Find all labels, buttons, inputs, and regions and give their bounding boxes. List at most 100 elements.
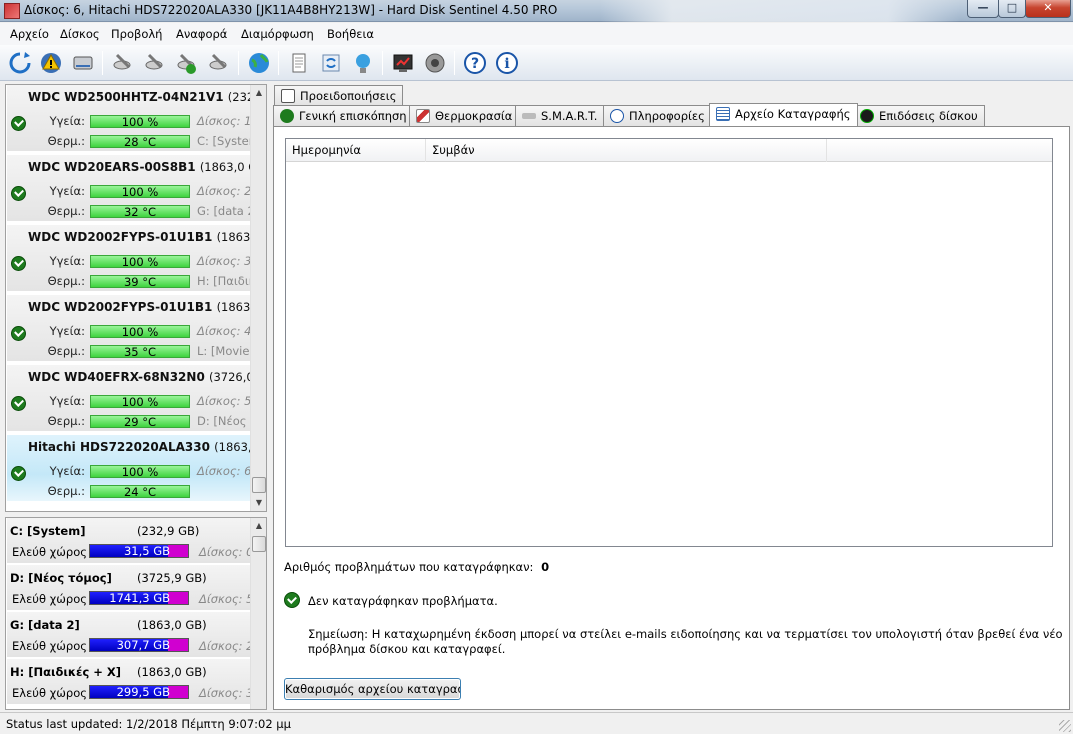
volume-capacity: (1863,0 GB) [137,618,207,632]
log-table-header: Ημερομηνία Συμβάν [286,139,1052,162]
health-label: Υγεία: [49,254,85,268]
info-icon[interactable]: i [494,50,520,76]
check-icon [280,109,294,123]
disk-list: WDC WD2500HHTZ-04N21V1 (232,9 GB) Υγεία:… [5,84,267,512]
document-icon[interactable] [286,50,312,76]
disk-model: Hitachi HDS722020ALA330 [28,440,210,454]
wrench-check-icon[interactable] [174,50,200,76]
wrench-icon[interactable] [110,50,136,76]
tab-smart[interactable]: S.M.A.R.T. [515,105,605,126]
disk-volumes: H: [Παιδικ [197,274,256,288]
maximize-button[interactable]: □ [998,0,1026,18]
disk-number: Δίσκος: 3 [197,254,252,268]
tab-information[interactable]: Πληροφορίες [603,105,712,126]
temp-label: Θερμ.: [47,484,85,498]
svg-text:?: ? [471,56,479,72]
disk-item[interactable]: WDC WD2500HHTZ-04N21V1 (232,9 GB) Υγεία:… [7,85,266,153]
disk-list-scrollbar[interactable]: ▲ ▼ [250,85,266,511]
free-space-bar: 1741,3 GB [89,591,189,605]
volume-name: G: [data 2] [10,618,80,632]
menu-help[interactable]: Βοήθεια [327,27,374,41]
menu-report[interactable]: Αναφορά [176,27,227,41]
scroll-up-icon[interactable]: ▲ [251,518,266,534]
temperature-bar: 24 °C [90,485,190,498]
report-icon[interactable] [390,50,416,76]
volume-item[interactable]: H: [Παιδικές + Χ] (1863,0 GB) Ελεύθ χώρο… [7,659,254,705]
wrench-icon[interactable] [142,50,168,76]
disk-icon[interactable] [70,50,96,76]
tab-overview[interactable]: Γενική επισκόπηση [273,105,414,126]
tab-log[interactable]: Αρχείο Καταγραφής [709,103,858,126]
close-icon: ✕ [1043,1,1053,14]
menu-configuration[interactable]: Διαμόρφωση [241,27,314,41]
maximize-icon: □ [1006,1,1018,14]
volume-item[interactable]: G: [data 2] (1863,0 GB) Ελεύθ χώρος 307,… [7,612,254,658]
help-icon[interactable]: ? [462,50,488,76]
speaker-icon[interactable] [422,50,448,76]
status-ok-icon [11,466,26,481]
close-button[interactable]: ✕ [1025,0,1071,18]
disk-item[interactable]: WDC WD2002FYPS-01U1B1 (1863,0 GB) Υγεία:… [7,295,266,363]
health-bar: 100 % [90,325,190,338]
volume-disk-number: Δίσκος: 3 [199,686,254,700]
column-header-event[interactable]: Συμβάν [426,139,827,162]
note-line-1: Σημείωση: Η καταχωρημένη έκδοση μπορεί ν… [308,627,1063,641]
app-icon [4,3,20,19]
globe-icon[interactable] [246,50,272,76]
free-space-bar: 307,7 GB [89,638,189,652]
check-icon [284,592,300,608]
volume-capacity: (3725,9 GB) [137,571,207,585]
network-icon[interactable] [350,50,376,76]
tab-temperature[interactable]: Θερμοκρασία [409,105,520,126]
temperature-bar: 32 °C [90,205,190,218]
status-text: Status last updated: 1/2/2018 Πέμπτη 9:0… [6,717,291,731]
menu-disk[interactable]: Δίσκος [60,27,100,41]
disk-model: WDC WD2002FYPS-01U1B1 [28,230,213,244]
health-bar: 100 % [90,115,190,128]
warning-icon[interactable] [38,50,64,76]
temperature-bar: 28 °C [90,135,190,148]
menu-view[interactable]: Προβολή [111,27,162,41]
volume-item[interactable]: C: [System] (232,9 GB) Ελεύθ χώρος 31,5 … [7,518,257,564]
clear-log-button[interactable]: Καθαρισμός αρχείου καταγραφής [284,678,461,700]
menu-file[interactable]: Αρχείο [10,27,49,41]
minimize-button[interactable]: — [967,0,999,18]
scroll-up-icon[interactable]: ▲ [251,85,266,101]
disk-item-selected[interactable]: Hitachi HDS722020ALA330 (1863,0 GB) Υγεί… [7,435,266,503]
disk-volumes: D: [Νέος τ [197,414,258,428]
tab-performance[interactable]: Επιδόσεις δίσκου [853,105,985,126]
temp-label: Θερμ.: [47,204,85,218]
disk-volumes: L: [Movies [197,344,256,358]
disk-item[interactable]: WDC WD20EARS-00S8B1 (1863,0 GB) Υγεία: 1… [7,155,266,223]
volume-disk-number: Δίσκος: 2 [199,639,254,653]
tab-warnings[interactable]: Προειδοποιήσεις [274,85,404,106]
disk-number: Δίσκος: 1 [197,114,252,128]
scroll-thumb[interactable] [252,477,266,493]
resize-grip-icon[interactable] [1059,720,1071,732]
free-space-bar: 299,5 GB [89,685,189,699]
volume-list-scrollbar[interactable]: ▲ [250,518,266,709]
free-space-value: 307,7 GB [116,638,170,652]
volume-disk-number: Δίσκος: 0, [199,545,258,559]
status-ok-icon [11,116,26,131]
disk-model: WDC WD2002FYPS-01U1B1 [28,300,213,314]
column-header-date[interactable]: Ημερομηνία [286,139,426,162]
free-space-label: Ελεύθ χώρος [12,592,87,606]
minimize-icon: — [977,1,989,14]
status-bar: Status last updated: 1/2/2018 Πέμπτη 9:0… [0,712,1073,734]
health-bar: 100 % [90,395,190,408]
log-table[interactable]: Ημερομηνία Συμβάν [285,138,1053,547]
refresh-icon[interactable] [7,50,33,76]
title-bar: Δίσκος: 6, Hitachi HDS722020ALA330 [JK11… [0,0,1073,22]
disk-item[interactable]: WDC WD2002FYPS-01U1B1 (1863,0 GB) Υγεία:… [7,225,266,293]
sync-icon[interactable] [318,50,344,76]
disk-item[interactable]: WDC WD40EFRX-68N32N0 (3726,0 GB) Υγεία: … [7,365,266,433]
status-ok-icon [11,186,26,201]
disk-number: Δίσκος: 4 [197,324,252,338]
scroll-down-icon[interactable]: ▼ [251,495,266,511]
gauge-icon [860,109,874,123]
temp-label: Θερμ.: [47,274,85,288]
scroll-thumb[interactable] [252,536,266,552]
volume-item[interactable]: D: [Νέος τόμος] (3725,9 GB) Ελεύθ χώρος … [7,565,253,611]
wrench-icon[interactable] [206,50,232,76]
